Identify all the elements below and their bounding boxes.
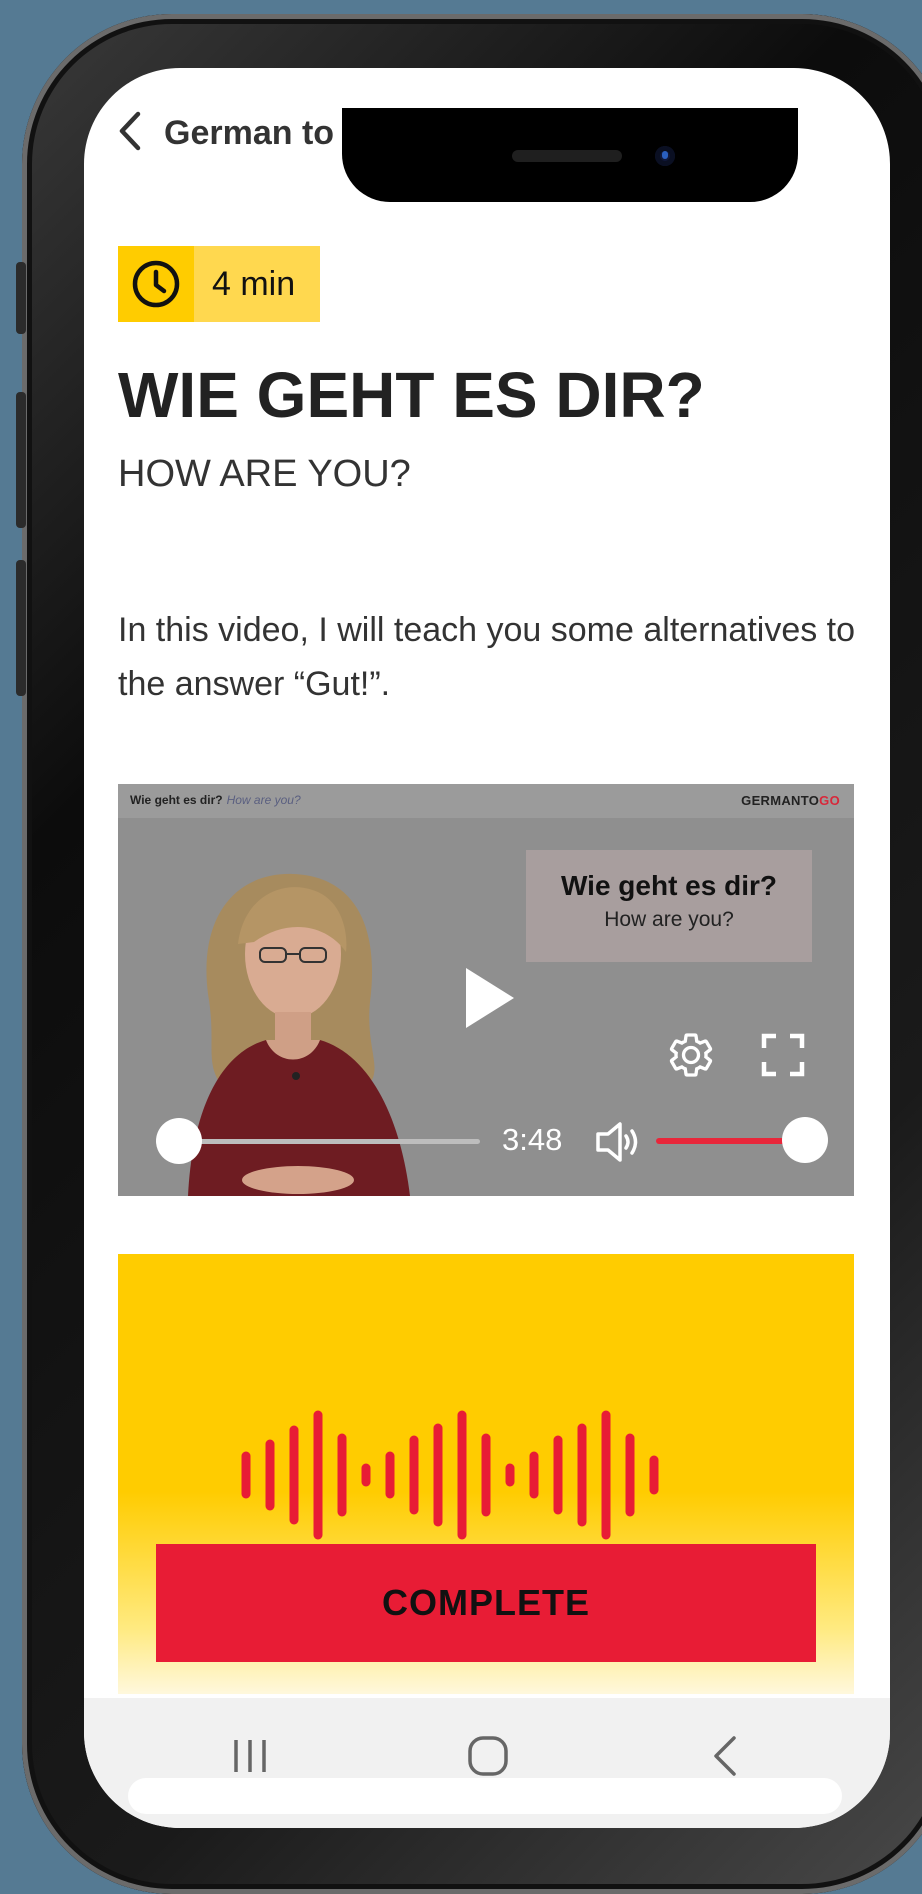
phone-side-button — [16, 262, 26, 334]
phone-side-button — [16, 392, 26, 528]
play-icon[interactable] — [462, 966, 516, 1035]
gear-icon[interactable] — [666, 1030, 716, 1085]
back-arrow-icon[interactable] — [110, 106, 150, 156]
fullscreen-icon[interactable] — [758, 1030, 808, 1085]
front-camera — [655, 146, 675, 166]
waveform-icon — [241, 1410, 659, 1540]
audio-exercise-card: COMPLETE — [118, 1254, 854, 1694]
earpiece-speaker — [512, 150, 622, 162]
volume-icon[interactable] — [594, 1120, 646, 1169]
phone-side-button — [16, 560, 26, 696]
video-time-remaining: 3:48 — [502, 1122, 563, 1157]
caption-main-text: Wie geht es dir? — [560, 870, 777, 901]
seek-track[interactable] — [180, 1139, 480, 1144]
lesson-title: WIE GEHT ES DIR? — [118, 359, 705, 431]
brand-text: GERMANTO — [741, 793, 820, 808]
phone-notch — [342, 108, 798, 202]
duration-badge: 4 min — [118, 246, 320, 322]
brand-accent-text: GO — [819, 793, 840, 808]
caption-sub-text: How are you? — [604, 908, 734, 931]
complete-button[interactable]: COMPLETE — [156, 1544, 816, 1662]
lesson-subtitle: HOW ARE YOU? — [118, 453, 411, 495]
app-screen: German to Go (A1) 4 min WIE GEHT ES DIR?… — [84, 68, 890, 1828]
seek-thumb[interactable] — [156, 1118, 202, 1164]
video-caption-card: Wie geht es dir? How are you? — [526, 850, 812, 962]
video-brand-logo: GERMANTOGO — [741, 793, 840, 808]
volume-thumb[interactable] — [782, 1117, 828, 1163]
duration-text: 4 min — [212, 265, 296, 303]
video-title: Wie geht es dir? How are you? — [130, 793, 301, 807]
lesson-description: In this video, I will teach you some alt… — [118, 611, 856, 703]
clock-icon — [118, 246, 194, 322]
video-title-text: Wie geht es dir? — [130, 793, 223, 807]
video-title-translation: How are you? — [226, 793, 301, 807]
video-player[interactable]: Wie geht es dir? How are you? GERMANTOGO … — [118, 784, 854, 1196]
video-title-bar: Wie geht es dir? How are you? GERMANTOGO — [118, 784, 854, 818]
home-indicator — [128, 1778, 842, 1814]
